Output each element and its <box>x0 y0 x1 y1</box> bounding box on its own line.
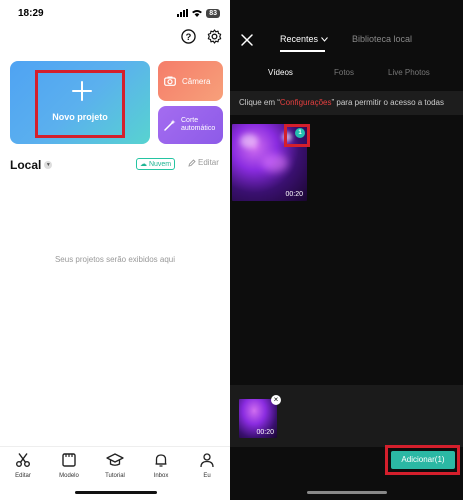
graduation-cap-icon <box>106 451 124 469</box>
nav-item-inbox[interactable]: Inbox <box>141 451 181 486</box>
person-icon <box>198 451 216 469</box>
auto-cut-card[interactable]: Corte automático <box>158 106 223 144</box>
stage-light <box>240 134 258 148</box>
top-toolbar: ? <box>180 28 222 44</box>
status-icons: 83 <box>177 8 220 18</box>
edit-button[interactable]: Editar <box>188 158 219 167</box>
tab-biblioteca-local[interactable]: Biblioteca local <box>352 34 412 44</box>
signal-icon <box>177 9 189 17</box>
magic-wand-icon <box>164 119 176 131</box>
camera-icon <box>164 76 176 86</box>
tab-recentes[interactable]: Recentes <box>280 34 328 44</box>
template-icon <box>60 451 78 469</box>
scissors-icon <box>14 451 32 469</box>
auto-cut-label: Corte automático <box>181 117 216 132</box>
pencil-icon <box>188 158 196 167</box>
empty-projects-message: Seus projetos serão exibidos aqui <box>54 255 176 264</box>
local-section-header: Local ▼ ☁ Nuvem Editar <box>10 158 222 172</box>
highlight-box-add <box>385 445 460 475</box>
stage-light <box>262 154 288 172</box>
subtab-videos[interactable]: Vídeos <box>268 68 293 77</box>
subtab-live-photos[interactable]: Live Photos <box>388 68 430 77</box>
close-icon[interactable] <box>240 33 254 47</box>
nav-item-editar[interactable]: Editar <box>3 451 43 486</box>
nav-item-tutorial[interactable]: Tutorial <box>95 451 135 486</box>
local-title[interactable]: Local <box>10 158 41 172</box>
home-screen: 18:29 83 ? Novo projeto Câmera Corte aut… <box>0 0 230 500</box>
bottom-nav: Editar Modelo Tutorial Inbox Eu <box>0 446 230 486</box>
bell-icon <box>152 451 170 469</box>
cloud-badge[interactable]: ☁ Nuvem <box>136 158 176 170</box>
svg-text:?: ? <box>185 31 191 41</box>
remove-selection-icon[interactable]: × <box>271 395 281 405</box>
home-indicator <box>75 491 157 494</box>
nav-item-eu[interactable]: Eu <box>187 451 227 486</box>
nav-item-modelo[interactable]: Modelo <box>49 451 89 486</box>
highlight-box-selection <box>284 124 310 147</box>
wifi-icon <box>192 10 203 17</box>
active-tab-indicator <box>280 50 325 52</box>
selected-tray: 00:20 × <box>230 385 463 447</box>
cloud-icon: ☁ <box>140 161 149 168</box>
chevron-down-icon <box>321 36 328 42</box>
battery-icon: 83 <box>206 8 220 18</box>
subtab-fotos[interactable]: Fotos <box>334 68 354 77</box>
media-picker: Recentes Biblioteca local Vídeos Fotos L… <box>230 0 463 500</box>
selected-thumbnail[interactable]: 00:20 <box>239 399 277 438</box>
help-icon[interactable]: ? <box>180 28 196 44</box>
settings-gear-icon[interactable] <box>206 28 222 44</box>
status-bar: 18:29 83 <box>18 6 220 20</box>
selected-duration: 00:20 <box>256 429 274 436</box>
camera-label: Câmera <box>182 76 211 86</box>
status-time: 18:29 <box>18 7 44 19</box>
permission-banner[interactable]: Clique em “Configurações” para permitir … <box>230 91 463 115</box>
caret-down-icon[interactable]: ▼ <box>44 161 53 169</box>
video-duration: 00:20 <box>285 191 303 198</box>
settings-link[interactable]: Configurações <box>280 98 332 107</box>
home-indicator <box>307 491 387 494</box>
highlight-box-new-project <box>35 70 125 138</box>
camera-card[interactable]: Câmera <box>158 61 223 101</box>
